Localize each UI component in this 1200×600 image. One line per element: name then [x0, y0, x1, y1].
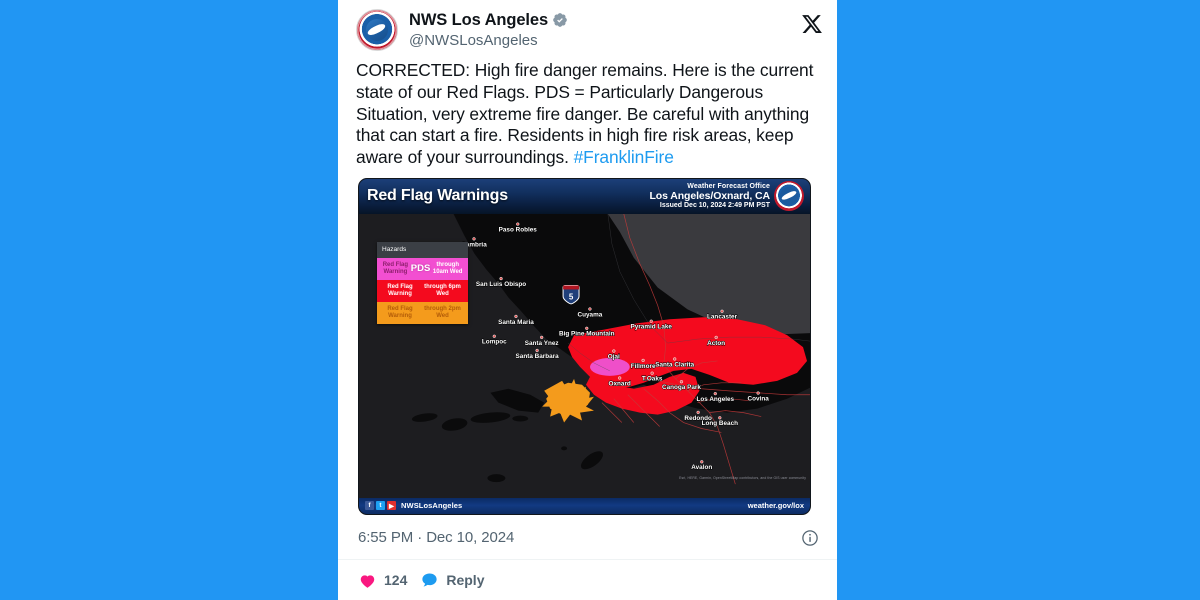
legend-threshold-pds: through 10am Wed [432, 261, 463, 275]
legend-threshold-orange: through 2pm Wed [424, 305, 461, 319]
legend-header: Hazards [377, 241, 468, 258]
legend-emphasis-pds: PDS [410, 263, 431, 275]
map-city-label: Santa Ynez [525, 340, 559, 347]
map-city-label: Cuyama [578, 311, 603, 318]
map-city-dot [649, 319, 653, 323]
facebook-icon[interactable]: f [365, 501, 374, 511]
legend-label-pds: Red Flag Warning [382, 261, 409, 275]
map-city-dot [535, 348, 539, 353]
map-office-name: Los Angeles/Oxnard, CA [649, 189, 770, 202]
like-action[interactable]: 124 [358, 571, 407, 590]
map-city-dot [585, 326, 589, 330]
map-city-label: Santa Clarita [655, 361, 694, 368]
info-icon[interactable] [801, 529, 819, 547]
tweet-actions: 124 Reply [338, 560, 837, 590]
map-city-label: Lompoc [482, 339, 507, 346]
map-banner: Red Flag Warnings Weather Forecast Offic… [359, 178, 810, 214]
legend-row-red: Red Flag Warning through 6pm Wed [377, 279, 468, 302]
author-handle[interactable]: @NWSLosAngeles [409, 31, 568, 51]
map-issued-time: Issued Dec 10, 2024 2:49 PM PST [659, 202, 770, 210]
legend-row-pds: Red Flag Warning PDS through 10am Wed [377, 257, 468, 280]
map-city-label: Big Pine Mountain [559, 331, 615, 338]
map-city-label: Lancaster [707, 314, 738, 321]
verified-badge-icon [553, 13, 567, 27]
map-city-label: Santa Maria [498, 319, 534, 326]
heart-icon[interactable] [358, 571, 377, 590]
avatar-ring [357, 10, 397, 50]
like-count: 124 [384, 572, 408, 589]
map-city-dot [540, 335, 544, 340]
map-city-dot [700, 460, 704, 464]
map-city-dot [514, 314, 518, 319]
map-footer-handle: NWSLosAngeles [401, 501, 463, 511]
map-city-label: Long Beach [702, 420, 739, 427]
map-city-dot [618, 376, 622, 380]
tweet-card: NWS Los Angeles @NWSLosAngeles CORRECTED… [338, 0, 837, 600]
map-city-label: Pyramid Lake [631, 324, 673, 331]
tweet-text: CORRECTED: High fire danger remains. Her… [338, 58, 837, 169]
map-city-dot [492, 334, 496, 338]
legend-row-orange: Red Flag Warning through 2pm Wed [377, 301, 468, 324]
map-city-label: Covina [748, 396, 770, 403]
map-city-dot [588, 307, 592, 311]
reply-bubble-icon[interactable] [420, 571, 439, 590]
map-city-label: Santa Barbara [516, 353, 560, 360]
social-icons: f t ▶ [365, 501, 396, 511]
map-footer: f t ▶ NWSLosAngeles weather.gov/lox [359, 497, 810, 514]
map-title: Red Flag Warnings [367, 187, 508, 205]
map-city-dot [499, 276, 503, 281]
map-city-dot [641, 358, 645, 363]
map-city-dot [673, 357, 677, 361]
map-city-dot [696, 410, 700, 415]
map-city-label: San Luis Obispo [476, 281, 526, 288]
legend-threshold-red: through 6pm Wed [424, 283, 461, 297]
map-city-label: Ojai [608, 353, 620, 360]
reply-label: Reply [446, 572, 485, 589]
map-banner-office-block: Weather Forecast Office Los Angeles/Oxna… [649, 183, 774, 209]
map-attribution: Esri, HERE, Garmin, OpenStreetMap contri… [679, 475, 806, 480]
map-city-dot [650, 371, 654, 375]
map-city-label: Canoga Park [662, 384, 701, 391]
map-city-label: Los Angeles [696, 396, 734, 403]
youtube-icon[interactable]: ▶ [387, 501, 396, 511]
author-display-name[interactable]: NWS Los Angeles [409, 10, 548, 30]
map-city-label: T.Oaks [642, 376, 663, 383]
map-city-dot [720, 309, 724, 313]
map-city-dot [472, 237, 476, 241]
legend-label-red: Red Flag Warning [387, 283, 413, 297]
twitter-icon[interactable]: t [376, 501, 385, 511]
map-footer-url[interactable]: weather.gov/lox [748, 501, 804, 510]
map-city-dot [516, 222, 520, 226]
map-city-dot [679, 380, 684, 384]
map-city-dot [714, 335, 718, 340]
map-city-dot [612, 349, 616, 353]
reply-action[interactable]: Reply [420, 571, 484, 590]
display-name-row: NWS Los Angeles [409, 10, 568, 30]
map-canvas[interactable]: 5 Paso Robles Cambria San Luis Obispo Santa… [359, 213, 810, 498]
timestamp-row: 6:55 PM · Dec 10, 2024 [338, 515, 837, 560]
avatar[interactable] [356, 9, 398, 51]
legend-label-orange: Red Flag Warning [387, 305, 413, 319]
map-city-label: Paso Robles [499, 227, 538, 234]
map-city-label: Acton [707, 340, 725, 347]
map-city-label: Fillmore [631, 363, 656, 370]
map-city-label: Avalon [691, 464, 712, 471]
author-info: NWS Los Angeles @NWSLosAngeles [409, 9, 568, 51]
hazards-legend: Hazards Red Flag Warning PDS through 10a… [377, 241, 468, 324]
tweet-header: NWS Los Angeles @NWSLosAngeles [338, 0, 837, 58]
close-icon[interactable] [801, 13, 823, 35]
map-city-dot [756, 391, 760, 395]
map-graphic[interactable]: Red Flag Warnings Weather Forecast Offic… [358, 177, 811, 515]
map-city-label: Oxnard [609, 380, 631, 387]
map-city-dot [718, 416, 722, 420]
map-city-dot [713, 391, 717, 396]
hashtag-link[interactable]: #FranklinFire [574, 147, 674, 167]
tweet-timestamp[interactable]: 6:55 PM · Dec 10, 2024 [358, 529, 514, 546]
noaa-logo-icon [774, 181, 804, 212]
